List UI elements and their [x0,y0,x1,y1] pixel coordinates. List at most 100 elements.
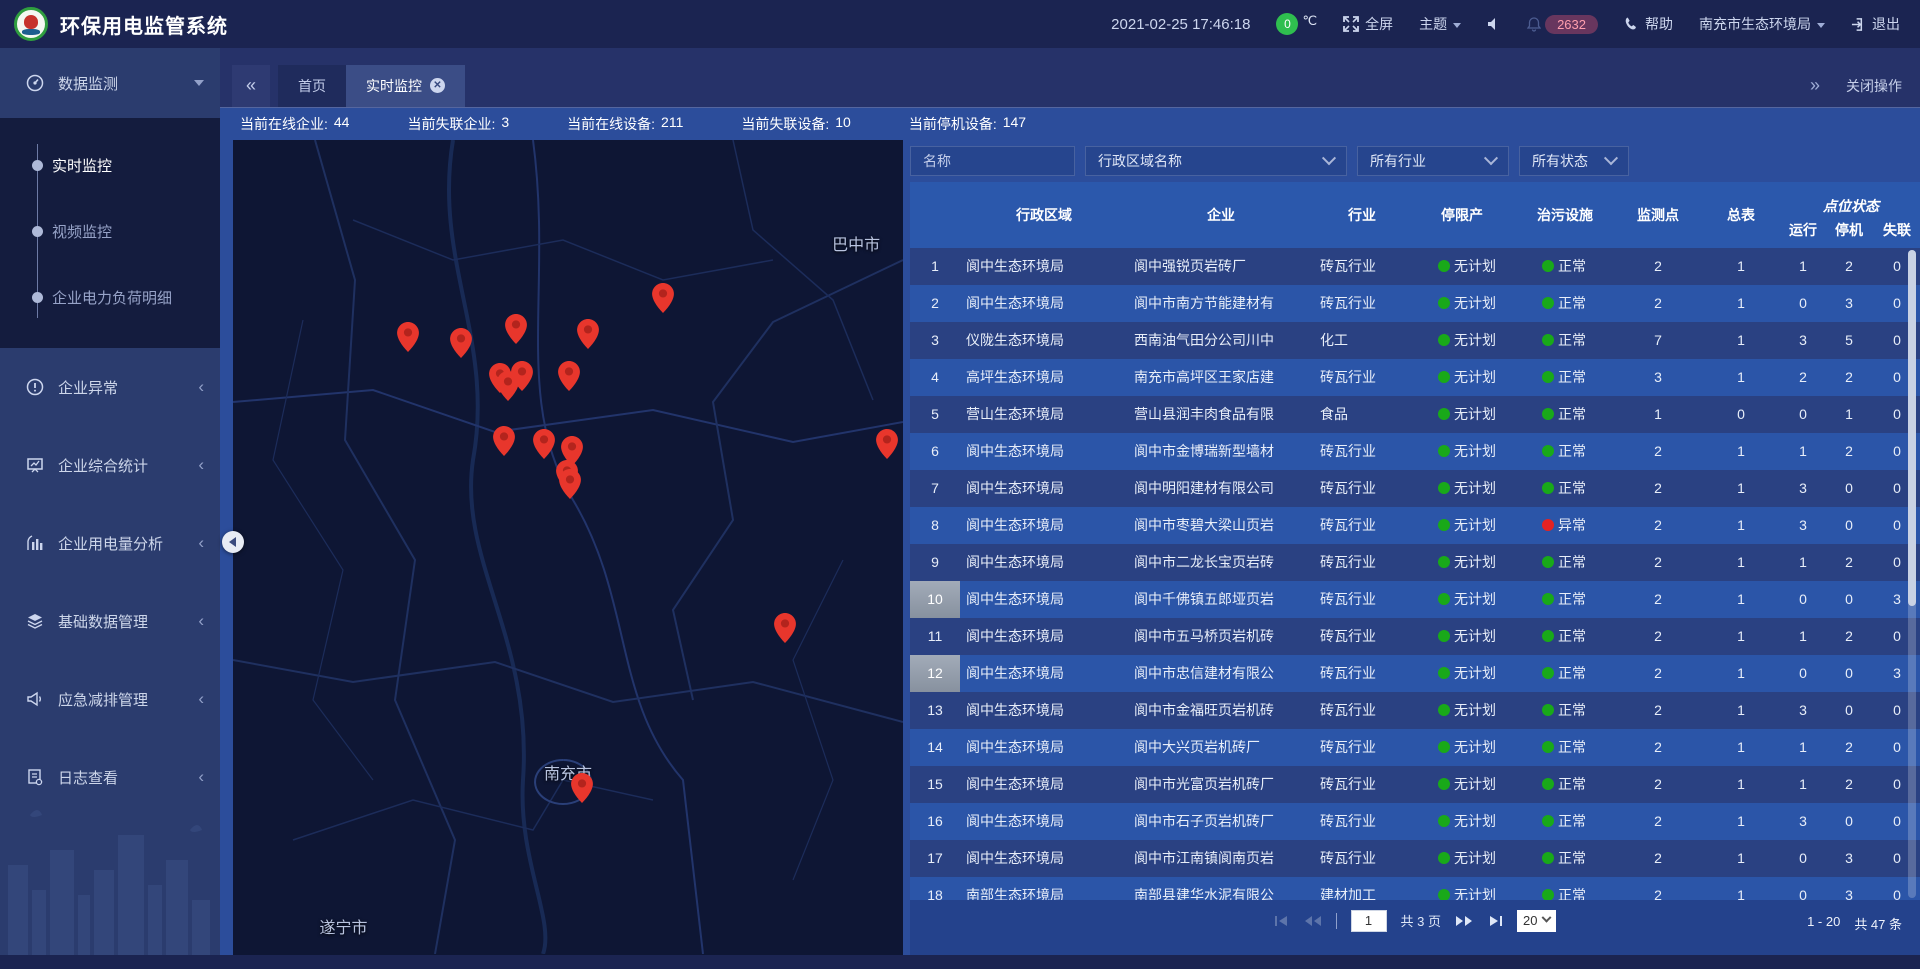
industry-select[interactable]: 所有行业 [1357,146,1509,176]
sound-button[interactable] [1487,17,1501,31]
notifications-button[interactable]: 2632 [1527,15,1598,34]
table-row[interactable]: 1 阆中生态环境局 阆中强锐页岩砖厂 砖瓦行业 无计划 正常 2 1 1 2 0 [910,248,1920,285]
map-pin[interactable] [571,773,593,808]
table-row[interactable]: 15 阆中生态环境局 阆中市光富页岩机砖厂 砖瓦行业 无计划 正常 2 1 1 … [910,766,1920,803]
tab-realtime-monitoring[interactable]: 实时监控 ✕ [346,65,465,107]
row-production-status: 无计划 [1410,803,1514,840]
theme-dropdown[interactable]: 主题 [1419,14,1461,34]
tab-scroll-right-button[interactable]: » [1810,75,1820,96]
row-pollution-status: 正常 [1514,877,1616,900]
row-stopped: 0 [1824,581,1874,618]
map-pin[interactable] [505,314,527,349]
divider [1336,913,1337,929]
table-row[interactable]: 4 高坪生态环境局 南充市高坪区王家店建 砖瓦行业 无计划 正常 3 1 2 2… [910,359,1920,396]
map-pin[interactable] [493,426,515,461]
map-pin[interactable] [558,361,580,396]
col-header-index [910,182,960,248]
row-company: 阆中大兴页岩机砖厂 [1128,729,1314,766]
table-row[interactable]: 5 营山生态环境局 营山县润丰肉食品有限 食品 无计划 正常 1 0 0 1 0 [910,396,1920,433]
row-region: 阆中生态环境局 [960,729,1128,766]
logout-button[interactable]: 退出 [1851,14,1900,34]
col-header-points: 监测点 [1616,182,1700,248]
sidebar-item-enterprise-statistics[interactable]: 企业综合统计 ‹ [0,426,220,504]
status-select[interactable]: 所有状态 [1519,146,1629,176]
map-pin[interactable] [652,283,674,318]
region-select[interactable]: 行政区域名称 [1085,146,1347,176]
table-row[interactable]: 10 阆中生态环境局 阆中千佛镇五郎垭页岩 砖瓦行业 无计划 正常 2 1 0 … [910,581,1920,618]
prev-page-button[interactable] [1304,915,1322,927]
table-row[interactable]: 12 阆中生态环境局 阆中市忠信建材有限公 砖瓦行业 无计划 正常 2 1 0 … [910,655,1920,692]
table-row[interactable]: 17 阆中生态环境局 阆中市江南镇阆南页岩 砖瓦行业 无计划 正常 2 1 0 … [910,840,1920,877]
tab-home[interactable]: 首页 [278,65,346,107]
page-size-select[interactable]: 20 [1517,910,1556,932]
table-row[interactable]: 11 阆中生态环境局 阆中市五马桥页岩机砖 砖瓦行业 无计划 正常 2 1 1 … [910,618,1920,655]
col-header-running: 运行 [1782,218,1824,248]
last-page-icon [1487,915,1503,927]
sidebar-item-data-monitoring[interactable]: 数据监测 [0,48,220,118]
map-pin[interactable] [774,613,796,648]
map-pin[interactable] [450,328,472,363]
map-canvas[interactable]: 巴中市南充市遂宁市 [233,140,903,955]
status-dot-icon [1438,408,1450,420]
org-dropdown[interactable]: 南充市生态环境局 [1699,14,1825,34]
sidebar-item-base-data[interactable]: 基础数据管理 ‹ [0,582,220,660]
sidebar-item-power-load-detail[interactable]: 企业电力负荷明细 [0,264,220,330]
row-meters: 1 [1700,618,1782,655]
total-count-label: 共 47 条 [1854,914,1902,933]
filter-bar: 行政区域名称 所有行业 所有状态 [910,140,1920,182]
phone-icon [1624,17,1639,32]
stat-value: 211 [661,114,683,134]
next-page-button[interactable] [1455,915,1473,927]
table-row[interactable]: 2 阆中生态环境局 阆中市南方节能建材有 砖瓦行业 无计划 正常 2 1 0 3… [910,285,1920,322]
map-pin[interactable] [559,469,581,504]
status-dot-icon [1542,778,1554,790]
row-meters: 1 [1700,692,1782,729]
map-pin[interactable] [397,322,419,357]
status-dot-icon [1542,593,1554,605]
row-index: 11 [910,618,960,655]
table-scrollbar[interactable] [1908,250,1916,898]
table-row[interactable]: 13 阆中生态环境局 阆中市金福旺页岩机砖 砖瓦行业 无计划 正常 2 1 3 … [910,692,1920,729]
row-industry: 砖瓦行业 [1314,729,1410,766]
table-row[interactable]: 6 阆中生态环境局 阆中市金博瑞新型墙材 砖瓦行业 无计划 正常 2 1 1 2… [910,433,1920,470]
sidebar-item-enterprise-abnormal[interactable]: 企业异常 ‹ [0,348,220,426]
row-points: 3 [1616,359,1700,396]
scrollbar-thumb[interactable] [1908,250,1916,606]
tab-close-icon[interactable]: ✕ [430,78,445,93]
table-row[interactable]: 14 阆中生态环境局 阆中大兴页岩机砖厂 砖瓦行业 无计划 正常 2 1 1 2… [910,729,1920,766]
sidebar-item-realtime-monitoring[interactable]: 实时监控 [0,132,220,198]
map-pin[interactable] [577,319,599,354]
map-pin[interactable] [876,429,898,464]
row-running: 1 [1782,766,1824,803]
sidebar-item-emergency-reduction[interactable]: 应急减排管理 ‹ [0,660,220,738]
table-row[interactable]: 3 仪陇生态环境局 西南油气田分公司川中 化工 无计划 正常 7 1 3 5 0 [910,322,1920,359]
table-row[interactable]: 18 南部生态环境局 南部县建华水泥有限公 建材加工 无计划 正常 2 1 0 … [910,877,1920,900]
row-meters: 1 [1700,803,1782,840]
row-index: 5 [910,396,960,433]
table-row[interactable]: 16 阆中生态环境局 阆中市石子页岩机砖厂 砖瓦行业 无计划 正常 2 1 3 … [910,803,1920,840]
table-row[interactable]: 8 阆中生态环境局 阆中市枣碧大梁山页岩 砖瓦行业 无计划 异常 2 1 3 0… [910,507,1920,544]
row-index: 16 [910,803,960,840]
page-number-input[interactable] [1351,910,1387,932]
row-production-status: 无计划 [1410,470,1514,507]
row-running: 0 [1782,285,1824,322]
status-dot-icon [1542,519,1554,531]
last-page-button[interactable] [1487,915,1503,927]
sidebar-item-power-analysis[interactable]: 企业用电量分析 ‹ [0,504,220,582]
first-page-button[interactable] [1274,915,1290,927]
sidebar-item-video-monitoring[interactable]: 视频监控 [0,198,220,264]
row-production-status: 无计划 [1410,322,1514,359]
fullscreen-button[interactable]: 全屏 [1343,14,1393,34]
row-industry: 砖瓦行业 [1314,248,1410,285]
col-header-offline: 失联 [1874,218,1920,248]
close-operations-button[interactable]: 关闭操作 [1846,76,1902,96]
row-production-status: 无计划 [1410,877,1514,900]
map-pin[interactable] [511,361,533,396]
table-row[interactable]: 9 阆中生态环境局 阆中市二龙长宝页岩砖 砖瓦行业 无计划 正常 2 1 1 2… [910,544,1920,581]
row-running: 1 [1782,618,1824,655]
name-search-input[interactable] [910,146,1075,176]
help-button[interactable]: 帮助 [1624,14,1673,34]
tab-scroll-left-button[interactable]: « [232,65,270,107]
map-pin[interactable] [533,429,555,464]
table-row[interactable]: 7 阆中生态环境局 阆中明阳建材有限公司 砖瓦行业 无计划 正常 2 1 3 0… [910,470,1920,507]
